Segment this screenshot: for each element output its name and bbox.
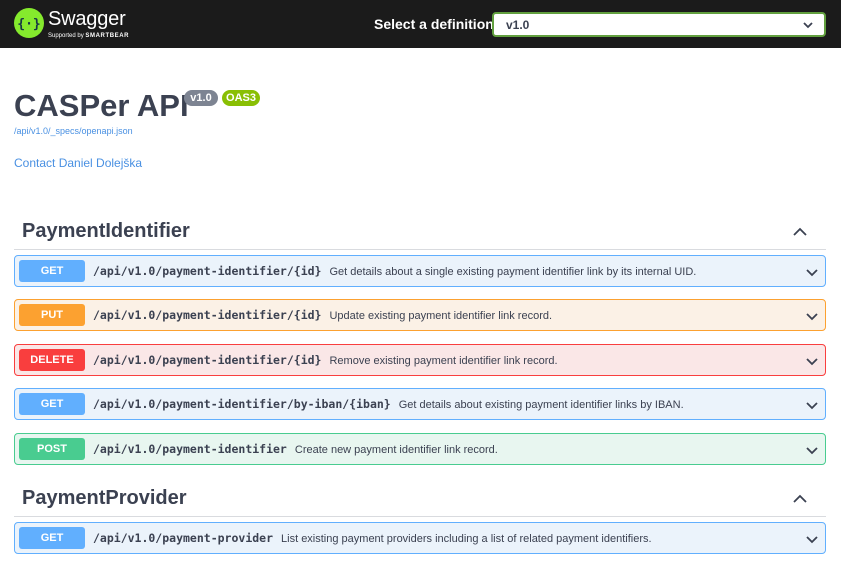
path-text: /api/v1.0/payment-identifier/by-iban/{ib… xyxy=(93,397,391,411)
operation-path: /api/v1.0/payment-identifier/by-iban/{ib… xyxy=(93,397,684,411)
path-text: /api/v1.0/payment-identifier xyxy=(93,442,287,456)
chevron-down-icon xyxy=(802,18,814,36)
select-definition-label: Select a definition xyxy=(374,16,494,32)
method-badge: GET xyxy=(19,260,85,282)
operation-post-payment-identifier[interactable]: POST /api/v1.0/payment-identifier Create … xyxy=(14,433,826,465)
definition-select-value: v1.0 xyxy=(506,18,530,32)
spec-url-link[interactable]: /api/v1.0/_specs/openapi.json xyxy=(14,126,133,136)
svg-text:{·}: {·} xyxy=(17,17,40,32)
section-title: PaymentProvider xyxy=(22,487,187,509)
chevron-down-icon[interactable] xyxy=(805,265,819,284)
operation-get-payment-identifier-by-iban[interactable]: GET /api/v1.0/payment-identifier/by-iban… xyxy=(14,388,826,420)
api-title: CASPer API xyxy=(14,88,189,123)
top-bar: {·} Swagger Supported by SMARTBEAR Selec… xyxy=(0,0,841,48)
path-text: /api/v1.0/payment-identifier/{id} xyxy=(93,264,322,278)
section-payment-identifier[interactable]: PaymentIdentifier xyxy=(14,216,826,250)
operation-path: /api/v1.0/payment-identifier/{id} Remove … xyxy=(93,353,558,367)
path-text: /api/v1.0/payment-identifier/{id} xyxy=(93,353,322,367)
operation-get-payment-identifier[interactable]: GET /api/v1.0/payment-identifier/{id} Get… xyxy=(14,255,826,287)
method-badge: GET xyxy=(19,393,85,415)
path-text: /api/v1.0/payment-provider xyxy=(93,531,274,545)
chevron-up-icon[interactable] xyxy=(792,491,808,512)
section-title: PaymentIdentifier xyxy=(22,220,190,242)
operation-path: /api/v1.0/payment-identifier/{id} Get det… xyxy=(93,264,696,278)
operation-summary: List existing payment providers includin… xyxy=(281,533,652,545)
operation-path: /api/v1.0/payment-identifier Create new p… xyxy=(93,442,498,456)
chevron-down-icon[interactable] xyxy=(805,309,819,328)
chevron-down-icon[interactable] xyxy=(805,354,819,373)
operation-summary: Remove existing payment identifier link … xyxy=(329,355,558,367)
operation-get-payment-provider[interactable]: GET /api/v1.0/payment-provider List exist… xyxy=(14,522,826,554)
chevron-down-icon[interactable] xyxy=(805,398,819,417)
method-badge: POST xyxy=(19,438,85,460)
chevron-up-icon[interactable] xyxy=(792,224,808,245)
method-badge: PUT xyxy=(19,304,85,326)
swagger-logo-icon[interactable]: {·} xyxy=(14,8,44,38)
version-badge: v1.0 xyxy=(184,90,218,106)
path-text: /api/v1.0/payment-identifier/{id} xyxy=(93,308,322,322)
brand-sub-name: SMARTBEAR xyxy=(85,33,130,39)
operation-summary: Get details about a single existing paym… xyxy=(329,266,697,278)
oas-badge: OAS3 xyxy=(222,90,260,106)
definition-select[interactable]: v1.0 xyxy=(492,12,826,37)
operation-put-payment-identifier[interactable]: PUT /api/v1.0/payment-identifier/{id} Upd… xyxy=(14,299,826,331)
brand-sub: Supported by SMARTBEAR xyxy=(48,32,129,40)
brand-name: Swagger xyxy=(48,8,126,30)
chevron-down-icon[interactable] xyxy=(805,532,819,551)
contact-link[interactable]: Contact Daniel Dolejška xyxy=(14,156,142,170)
operation-delete-payment-identifier[interactable]: DELETE /api/v1.0/payment-identifier/{id}… xyxy=(14,344,826,376)
method-badge: DELETE xyxy=(19,349,85,371)
brand-logo[interactable]: Swagger Supported by SMARTBEAR xyxy=(48,8,129,40)
operation-summary: Update existing payment identifier link … xyxy=(329,310,553,322)
operation-summary: Create new payment identifier link recor… xyxy=(294,444,498,456)
method-badge: GET xyxy=(19,527,85,549)
operation-path: /api/v1.0/payment-provider List existing … xyxy=(93,531,652,545)
section-payment-provider[interactable]: PaymentProvider xyxy=(14,483,826,517)
brand-sub-prefix: Supported by xyxy=(48,33,84,39)
operation-path: /api/v1.0/payment-identifier/{id} Update … xyxy=(93,308,552,322)
operation-summary: Get details about existing payment ident… xyxy=(398,399,684,411)
chevron-down-icon[interactable] xyxy=(805,443,819,462)
